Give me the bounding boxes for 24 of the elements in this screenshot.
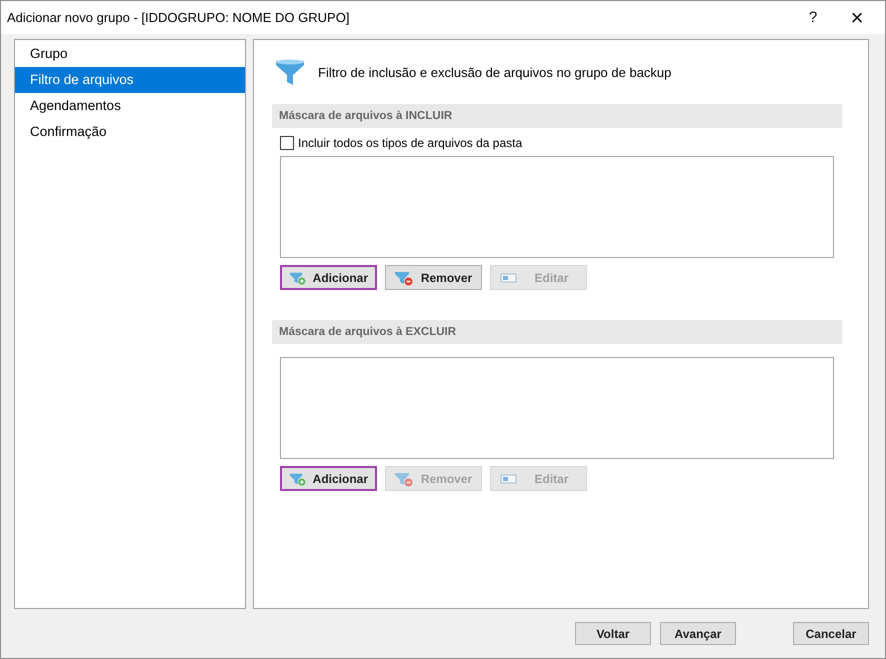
list-box[interactable] [280,156,834,258]
checkbox[interactable] [280,136,294,150]
heading: Filtro de inclusão e exclusão de arquivos no grupo de backup [318,64,672,80]
funnel-minus-icon [394,470,414,486]
footer-button[interactable]: Voltar [575,622,651,645]
sidebar-item[interactable]: Grupo [15,41,245,67]
funnel-plus-icon [289,470,307,486]
sidebar-item[interactable]: Confirmação [15,119,245,145]
footer-button[interactable]: Avançar [660,622,736,645]
close-button[interactable]: × [835,1,879,34]
funnel-plus-icon [289,270,307,286]
funnel-minus-icon [394,270,414,286]
window-title: Adicionar novo grupo - [IDDOGRUPO: NOME DO GRUPO] [7,10,350,25]
list-box[interactable] [280,357,834,459]
action-button[interactable]: Adicionar [280,466,377,491]
sidebar-item[interactable]: Filtro de arquivos [15,67,245,93]
action-button[interactable]: Remover [385,265,482,290]
checkbox-label: Incluir todos os tipos de arquivos da pasta [298,136,522,150]
action-button[interactable]: Adicionar [280,265,377,290]
section-header: Máscara de arquivos à EXCLUIR [272,320,842,344]
section-header: Máscara de arquivos à INCLUIR [272,104,842,128]
help-button[interactable]: ? [791,1,835,34]
sidebar-item[interactable]: Agendamentos [15,93,245,119]
footer-button[interactable]: Cancelar [793,622,869,645]
